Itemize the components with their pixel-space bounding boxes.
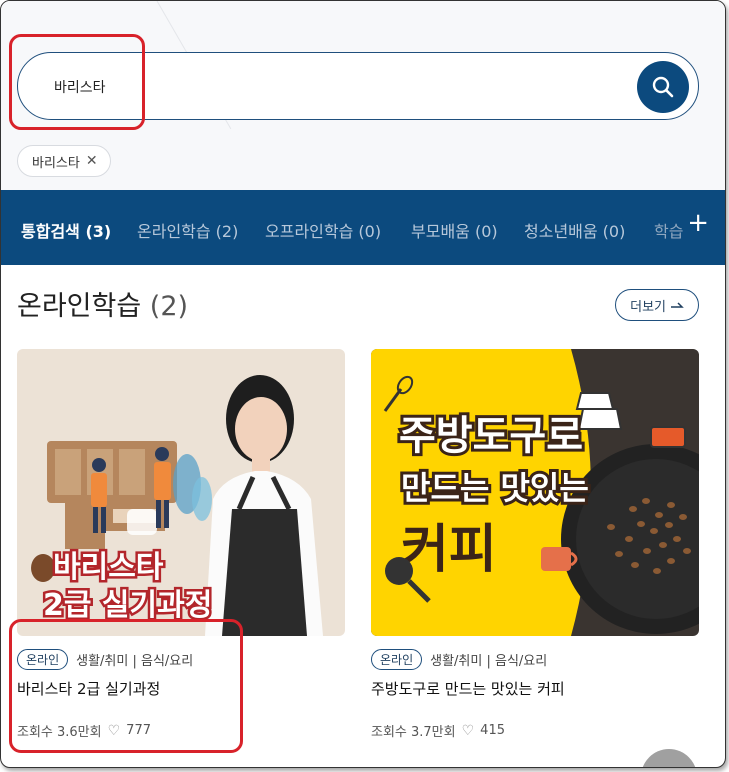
- course-category: 생활/취미 | 음식/요리: [76, 653, 194, 669]
- course-title[interactable]: 주방도구로 만드는 맛있는 커피: [371, 678, 699, 699]
- course-card[interactable]: 주방도구로 만드는 맛있는 커피 온라인 생활/취미 | 음식/요리 주방도구로…: [371, 349, 699, 740]
- browser-frame: 바리스타 ✕ 통합검색 (3) 온라인학습 (2) 오프라인학습 (0) 부모배…: [0, 0, 726, 768]
- plus-icon[interactable]: +: [687, 210, 709, 236]
- course-meta: 온라인 생활/취미 | 음식/요리: [17, 648, 345, 670]
- barista-thumbnail-image: 바리스타 2급 실기과정: [17, 349, 345, 636]
- section-title: 온라인학습 (2): [17, 284, 188, 323]
- more-button[interactable]: 더보기: [615, 289, 699, 321]
- course-meta: 온라인 생활/취미 | 음식/요리: [371, 648, 699, 670]
- section-count: (2): [149, 291, 189, 322]
- view-count: 조회수 3.7만회: [371, 725, 456, 740]
- thumb-title-line1: 바리스타: [53, 550, 164, 585]
- search-button[interactable]: [637, 61, 689, 113]
- course-card[interactable]: 바리스타 2급 실기과정 온라인 생활/취미 | 음식/요리 바리스타 2급 실…: [17, 349, 345, 740]
- thumb-title-line1: 주방도구로: [399, 413, 583, 459]
- arrow-right-icon: [671, 302, 684, 308]
- course-thumbnail[interactable]: 주방도구로 만드는 맛있는 커피: [371, 349, 699, 636]
- search-box: [17, 52, 699, 120]
- search-input[interactable]: [54, 75, 614, 99]
- online-badge: 온라인: [371, 648, 423, 670]
- tab-online[interactable]: 온라인학습 (2): [137, 218, 238, 242]
- course-stats: 조회수 3.7만회 ♡ 415: [371, 721, 699, 741]
- tab-youth[interactable]: 청소년배움 (0): [524, 218, 625, 242]
- thumb-title-line3: 커피: [401, 520, 497, 580]
- like-count: 415: [480, 723, 505, 738]
- tab-learning[interactable]: 학습: [654, 218, 683, 242]
- scroll-top-button[interactable]: [641, 749, 697, 767]
- tab-bar: 통합검색 (3) 온라인학습 (2) 오프라인학습 (0) 부모배움 (0) 청…: [1, 190, 725, 265]
- online-badge: 온라인: [17, 648, 69, 670]
- view-count: 조회수 3.6만회: [17, 725, 102, 740]
- thumb-title-line2: 2급 실기과정: [43, 588, 212, 623]
- tab-offline[interactable]: 오프라인학습 (0): [265, 218, 381, 242]
- course-thumbnail[interactable]: 바리스타 2급 실기과정: [17, 349, 345, 636]
- heart-icon[interactable]: ♡: [462, 723, 475, 739]
- search-icon: [652, 76, 674, 98]
- search-keyword-chip[interactable]: 바리스타 ✕: [17, 145, 111, 177]
- search-area: 바리스타 ✕: [1, 1, 725, 239]
- more-label: 더보기: [630, 299, 666, 315]
- tab-parents[interactable]: 부모배움 (0): [411, 218, 498, 242]
- course-stats: 조회수 3.6만회 ♡ 777: [17, 721, 345, 741]
- chip-label: 바리스타: [32, 155, 80, 171]
- section-title-text: 온라인학습: [17, 291, 142, 322]
- thumb-title-line2: 만드는 맛있는: [401, 469, 589, 507]
- kitchen-coffee-thumbnail-image: 주방도구로 만드는 맛있는 커피: [371, 349, 699, 636]
- like-count: 777: [126, 723, 151, 738]
- tab-integrated[interactable]: 통합검색 (3): [21, 218, 111, 242]
- course-category: 생활/취미 | 음식/요리: [430, 653, 548, 669]
- course-title[interactable]: 바리스타 2급 실기과정: [17, 678, 345, 699]
- heart-icon[interactable]: ♡: [108, 723, 121, 739]
- close-icon[interactable]: ✕: [86, 153, 98, 169]
